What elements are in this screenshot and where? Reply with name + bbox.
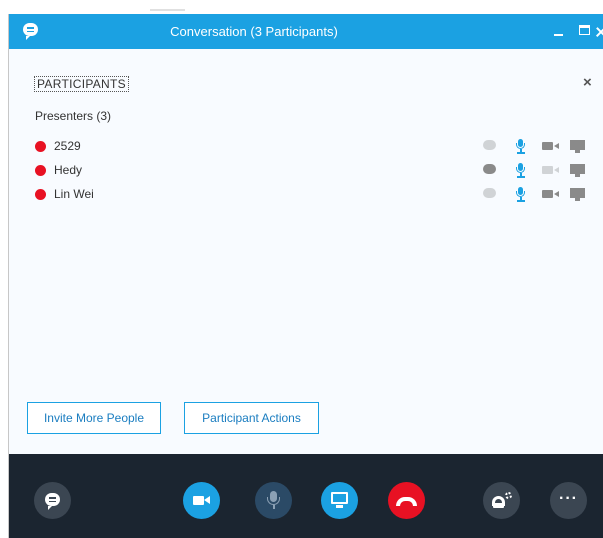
presence-status-icon xyxy=(35,165,46,176)
chat-icon xyxy=(45,493,60,510)
window-title: Conversation (3 Participants) xyxy=(170,24,338,39)
video-button[interactable] xyxy=(183,482,220,519)
present-screen-button[interactable] xyxy=(321,482,358,519)
screen-share-icon[interactable] xyxy=(570,137,586,155)
desktop-top-strip xyxy=(0,0,603,14)
participant-row[interactable]: 2529 xyxy=(9,135,603,159)
video-camera-icon[interactable] xyxy=(542,185,560,203)
hang-up-icon xyxy=(396,497,417,506)
minimize-icon xyxy=(554,34,563,36)
participant-name: 2529 xyxy=(54,139,81,153)
presence-status-icon xyxy=(35,141,46,152)
participant-name: Lin Wei xyxy=(54,187,94,201)
video-camera-icon[interactable] xyxy=(542,161,560,179)
monitor-icon xyxy=(331,492,348,504)
presenters-group-label: Presenters (3) xyxy=(35,109,112,123)
call-controls-bar: ··· xyxy=(9,454,603,538)
video-camera-icon xyxy=(193,496,204,505)
invite-more-people-button[interactable]: Invite More People xyxy=(27,402,161,434)
microphone-icon[interactable] xyxy=(516,137,526,155)
close-panel-button[interactable]: × xyxy=(583,74,592,91)
participant-name: Hedy xyxy=(54,163,83,177)
conversation-window: Conversation (3 Participants) PARTICIPAN… xyxy=(8,14,603,538)
participant-row[interactable]: Hedy xyxy=(9,159,603,183)
microphone-icon[interactable] xyxy=(516,185,526,203)
more-options-icon: ··· xyxy=(559,490,578,507)
instant-message-icon[interactable] xyxy=(483,161,498,179)
mute-button[interactable] xyxy=(255,482,292,519)
close-window-button[interactable] xyxy=(592,14,603,49)
participant-actions-button[interactable]: Participant Actions xyxy=(184,402,319,434)
microphone-icon[interactable] xyxy=(516,161,526,179)
call-controls-button[interactable] xyxy=(483,482,520,519)
video-camera-icon[interactable] xyxy=(542,137,560,155)
screen-share-icon[interactable] xyxy=(570,161,586,179)
more-options-button[interactable]: ··· xyxy=(550,482,587,519)
presence-status-icon xyxy=(35,189,46,200)
minimize-button[interactable] xyxy=(545,14,573,49)
screen-share-icon[interactable] xyxy=(570,185,586,203)
resize-grip xyxy=(150,9,185,11)
instant-message-icon[interactable] xyxy=(483,185,498,203)
maximize-icon xyxy=(579,25,590,35)
participants-panel-title: PARTICIPANTS xyxy=(34,76,129,92)
hang-up-button[interactable] xyxy=(388,482,425,519)
title-bar: Conversation (3 Participants) xyxy=(9,14,603,49)
instant-message-icon[interactable] xyxy=(483,137,498,155)
chat-button[interactable] xyxy=(34,482,71,519)
participant-row[interactable]: Lin Wei xyxy=(9,183,603,207)
